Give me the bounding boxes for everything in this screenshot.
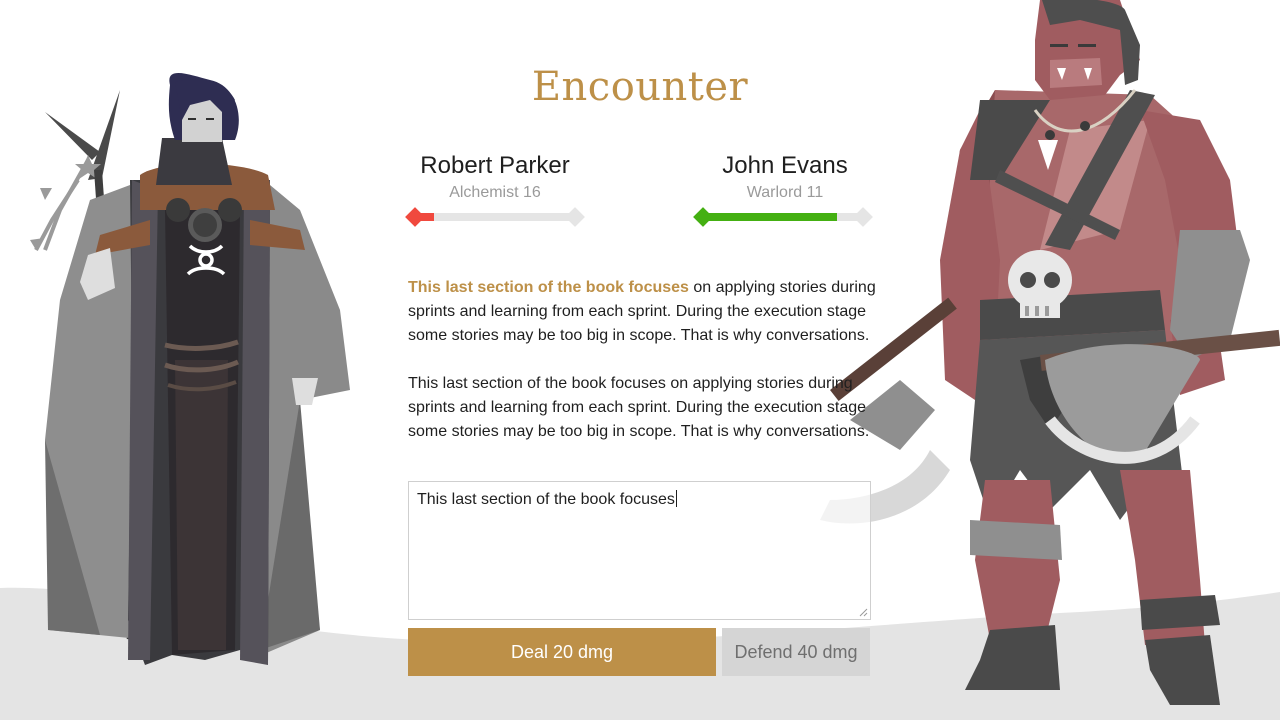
enemy-info: John Evans Warlord 11 [695, 150, 875, 204]
enemy-class-level: Warlord 11 [746, 184, 824, 201]
page-title: Encounter [531, 64, 749, 110]
text-caret [675, 490, 677, 507]
player-health-start-cap [405, 207, 425, 227]
story-paragraph-2: This last section of the book focuses on… [408, 375, 870, 440]
enemy-health-fill [703, 213, 837, 221]
story-highlight: This last section of the book focuses [408, 279, 689, 296]
alchemist-character-illustration [30, 73, 350, 665]
enemy-name: John Evans [722, 152, 848, 179]
enemy-health-start-cap [693, 207, 713, 227]
defend-button[interactable]: Defend 40 dmg [722, 628, 870, 676]
player-health-bar [405, 207, 585, 227]
enemy-health-end-cap [853, 207, 873, 227]
player-class-level: Alchemist 16 [449, 184, 541, 201]
story-paragraph-1: This last section of the book focuses on… [408, 276, 878, 348]
player-info: Robert Parker Alchemist 16 [405, 150, 585, 204]
response-textarea[interactable]: This last section of the book focuses [408, 481, 871, 620]
response-text: This last section of the book focuses [417, 491, 675, 508]
resize-grip-icon[interactable] [858, 607, 868, 617]
player-health-end-cap [565, 207, 585, 227]
deal-damage-button[interactable]: Deal 20 dmg [408, 628, 716, 676]
enemy-health-bar [693, 207, 873, 227]
player-health-track [415, 213, 575, 221]
player-name: Robert Parker [420, 152, 570, 179]
